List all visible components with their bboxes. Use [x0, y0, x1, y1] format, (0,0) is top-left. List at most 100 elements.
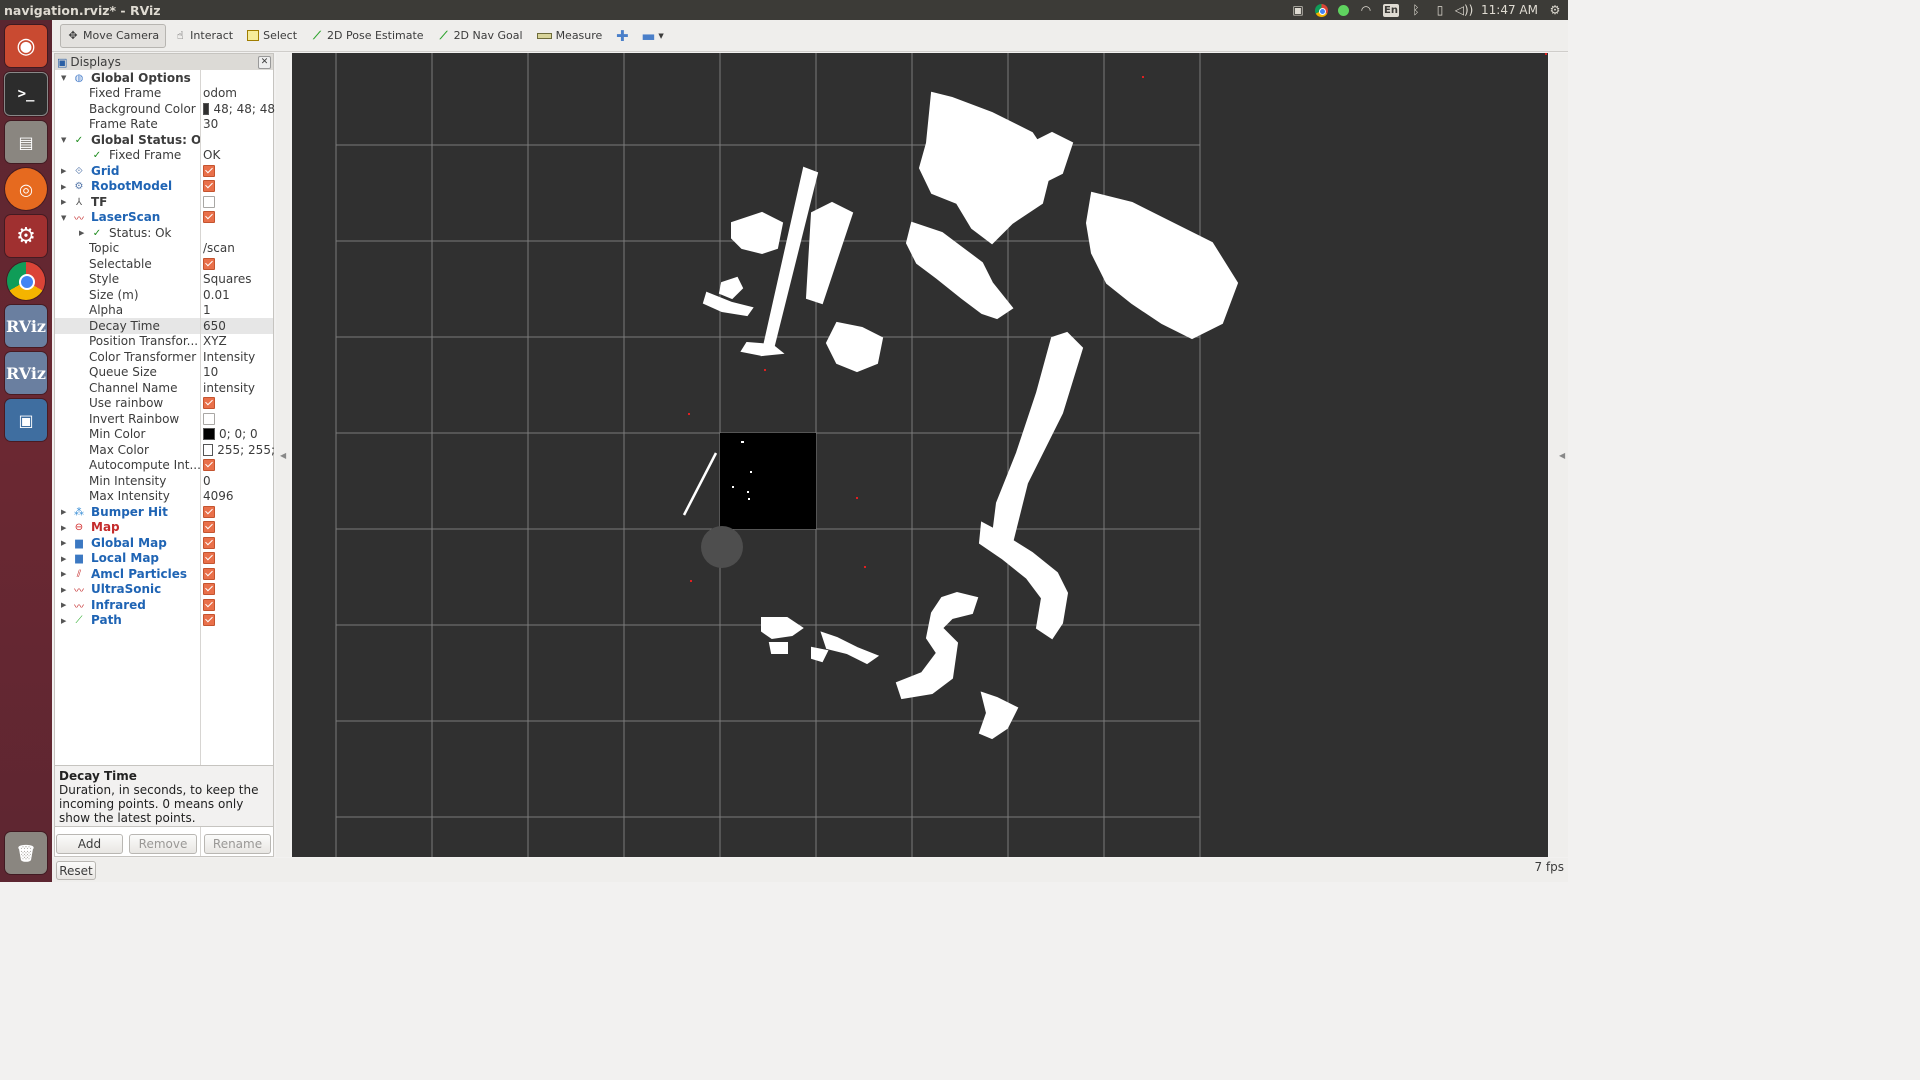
- tree-row-robotmodel[interactable]: ▶ ⚙ RobotModel: [55, 179, 273, 195]
- collapsed-arrow-icon[interactable]: ▶: [61, 539, 66, 547]
- row-value[interactable]: [203, 210, 275, 226]
- remove-tool-button[interactable]: ▬ ▼: [636, 24, 669, 48]
- checkbox-unchecked[interactable]: [203, 412, 215, 425]
- checkbox-unchecked[interactable]: [203, 195, 215, 208]
- tree-row-grid[interactable]: ▶ ⟐ Grid: [55, 163, 273, 179]
- terminal-icon[interactable]: >_: [4, 72, 48, 116]
- row-value[interactable]: odom: [203, 86, 275, 102]
- checkbox-checked[interactable]: [203, 583, 215, 596]
- tree-row-amcl-particles[interactable]: ▶ ⫽ Amcl Particles: [55, 566, 273, 582]
- row-value[interactable]: 0; 0; 0: [203, 427, 275, 443]
- system-settings-icon[interactable]: ⚙: [5, 215, 47, 257]
- expanded-arrow-icon[interactable]: ▼: [61, 74, 66, 82]
- row-value[interactable]: 0: [203, 473, 275, 489]
- column-divider[interactable]: [200, 70, 201, 856]
- add-button[interactable]: Add: [56, 834, 123, 854]
- volume-icon[interactable]: ◁)): [1455, 3, 1474, 17]
- row-value[interactable]: [203, 225, 275, 241]
- tree-row-use-rainbow[interactable]: Use rainbow: [55, 396, 273, 412]
- tree-row-position-transfor[interactable]: Position Transfor... XYZ: [55, 334, 273, 350]
- collapsed-arrow-icon[interactable]: ▶: [79, 229, 84, 237]
- tree-row-decay-time[interactable]: Decay Time 650: [55, 318, 273, 334]
- row-value[interactable]: /scan: [203, 241, 275, 257]
- tree-row-min-color[interactable]: Min Color 0; 0; 0: [55, 427, 273, 443]
- 2d-nav-goal-tool[interactable]: ⟋ 2D Nav Goal: [432, 24, 529, 48]
- row-value[interactable]: [203, 582, 275, 598]
- row-value[interactable]: [203, 179, 275, 195]
- checkbox-checked[interactable]: [203, 180, 215, 193]
- row-value[interactable]: 48; 48; 48: [203, 101, 275, 117]
- row-value[interactable]: [203, 535, 275, 551]
- row-value[interactable]: [203, 132, 275, 148]
- tree-row-invert-rainbow[interactable]: Invert Rainbow: [55, 411, 273, 427]
- tree-row-max-intensity[interactable]: Max Intensity 4096: [55, 489, 273, 505]
- tree-row-background-color[interactable]: Background Color 48; 48; 48: [55, 101, 275, 117]
- row-value[interactable]: [203, 613, 275, 629]
- keyboard-layout-indicator[interactable]: En: [1383, 3, 1400, 17]
- row-value[interactable]: 255; 255;: [203, 442, 275, 458]
- row-value[interactable]: 0.01: [203, 287, 275, 303]
- collapsed-arrow-icon[interactable]: ▶: [61, 586, 66, 594]
- tree-row-map[interactable]: ▶ ⊖ Map: [55, 520, 273, 536]
- tree-row-local-map[interactable]: ▶ ▆ Local Map: [55, 551, 273, 567]
- row-value[interactable]: 30: [203, 117, 275, 133]
- status-indicator-icon[interactable]: [1338, 4, 1350, 16]
- row-value[interactable]: [203, 396, 275, 412]
- row-value[interactable]: XYZ: [203, 334, 275, 350]
- checkbox-checked[interactable]: [203, 257, 215, 270]
- rviz-icon[interactable]: RViz: [5, 305, 47, 347]
- checkbox-checked[interactable]: [203, 211, 215, 224]
- tree-row-fixed-frame[interactable]: ✓ Fixed Frame OK: [55, 148, 273, 164]
- tree-row-tf[interactable]: ▶ ⅄ TF: [55, 194, 273, 210]
- checkbox-checked[interactable]: [203, 521, 215, 534]
- expanded-arrow-icon[interactable]: ▼: [61, 136, 66, 144]
- tree-row-selectable[interactable]: Selectable: [55, 256, 273, 272]
- rename-button[interactable]: Rename: [204, 834, 271, 854]
- row-value[interactable]: 650: [203, 318, 275, 334]
- tree-row-color-transformer[interactable]: Color Transformer Intensity: [55, 349, 273, 365]
- row-value[interactable]: [203, 411, 275, 427]
- 2d-pose-estimate-tool[interactable]: ⟋ 2D Pose Estimate: [305, 24, 430, 48]
- row-value[interactable]: [203, 520, 275, 536]
- battery-icon[interactable]: ▯: [1433, 3, 1447, 17]
- tree-row-style[interactable]: Style Squares: [55, 272, 273, 288]
- checkbox-checked[interactable]: [203, 567, 215, 580]
- expanded-arrow-icon[interactable]: ▼: [61, 214, 66, 222]
- clock[interactable]: 11:47 AM: [1481, 3, 1538, 17]
- tree-row-frame-rate[interactable]: Frame Rate 30: [55, 117, 273, 133]
- row-value[interactable]: [203, 597, 275, 613]
- tree-row-channel-name[interactable]: Channel Name intensity: [55, 380, 273, 396]
- files-icon[interactable]: ▤: [5, 121, 47, 163]
- row-value[interactable]: OK: [203, 148, 275, 164]
- tree-row-fixed-frame[interactable]: Fixed Frame odom: [55, 86, 273, 102]
- color-swatch[interactable]: [203, 102, 210, 115]
- collapsed-arrow-icon[interactable]: ▶: [61, 167, 66, 175]
- row-value[interactable]: 4096: [203, 489, 275, 505]
- bluetooth-icon[interactable]: ᛒ: [1409, 3, 1423, 17]
- chrome-icon[interactable]: [7, 262, 45, 300]
- collapsed-arrow-icon[interactable]: ▶: [61, 555, 66, 563]
- checkbox-checked[interactable]: [203, 536, 215, 549]
- row-value[interactable]: [203, 256, 275, 272]
- row-value[interactable]: Intensity: [203, 349, 275, 365]
- network-manager-icon[interactable]: ▣: [1291, 3, 1305, 17]
- collapsed-arrow-icon[interactable]: ▶: [61, 198, 66, 206]
- color-swatch[interactable]: [203, 443, 214, 456]
- tree-row-topic[interactable]: Topic/scan: [55, 241, 273, 257]
- tree-row-infrared[interactable]: ▶ 〰 Infrared: [55, 597, 273, 613]
- tree-row-autocompute-int[interactable]: Autocompute Int...: [55, 458, 273, 474]
- panel-splitter[interactable]: ◀: [276, 53, 290, 857]
- tree-row-status-ok[interactable]: ▶ ✓ Status: Ok: [55, 225, 273, 241]
- tree-row-bumper-hit[interactable]: ▶ ⁂ Bumper Hit: [55, 504, 273, 520]
- collapsed-arrow-icon[interactable]: ▶: [61, 524, 66, 532]
- viewport-canvas[interactable]: [292, 53, 1548, 857]
- firefox-icon[interactable]: ◎: [5, 168, 47, 210]
- row-value[interactable]: [203, 163, 275, 179]
- row-value[interactable]: [203, 551, 275, 567]
- row-value[interactable]: [203, 70, 275, 86]
- checkbox-checked[interactable]: [203, 552, 215, 565]
- tree-row-laserscan[interactable]: ▼ 〰 LaserScan: [55, 210, 275, 226]
- checkbox-checked[interactable]: [203, 505, 215, 518]
- reset-button[interactable]: Reset: [56, 861, 96, 880]
- 3d-viewport[interactable]: [292, 53, 1548, 857]
